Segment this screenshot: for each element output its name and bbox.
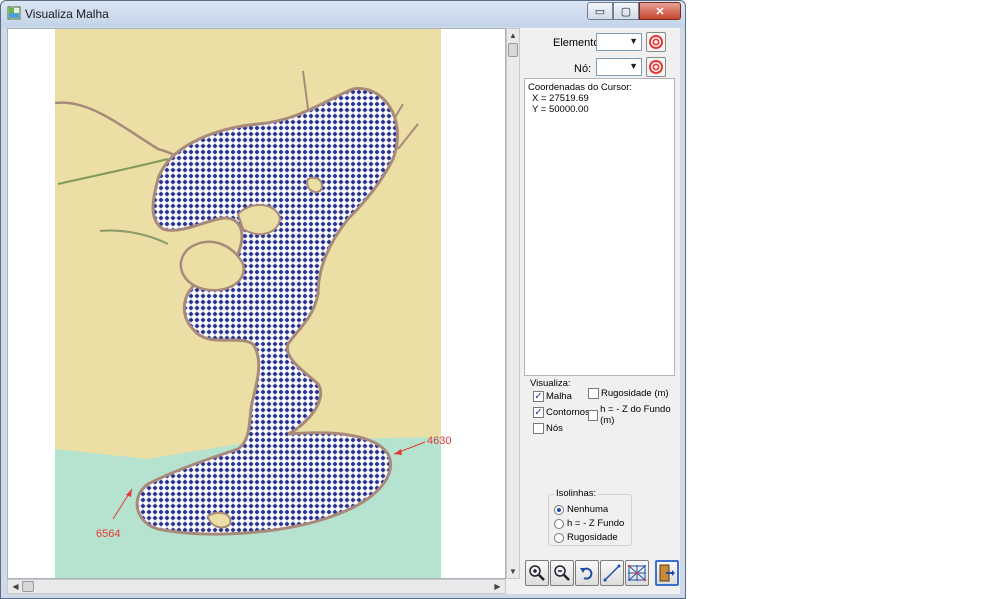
undo-zoom-button[interactable]: [575, 560, 599, 586]
malha-label: Malha: [546, 391, 572, 402]
chevron-down-icon: ▼: [629, 61, 638, 71]
checkbox-unchecked-icon: [533, 423, 544, 434]
malha-checkbox[interactable]: ✓ Malha: [533, 391, 572, 402]
checkbox-checked-icon: ✓: [533, 391, 544, 402]
scroll-right-icon[interactable]: ▶: [490, 580, 505, 593]
zoom-in-icon: [529, 565, 545, 581]
isolinha-rugosidade-label: Rugosidade: [567, 532, 618, 543]
nos-checkbox[interactable]: Nós: [533, 423, 563, 434]
checkbox-checked-icon: ✓: [533, 407, 544, 418]
isolinha-nenhuma-radio[interactable]: Nenhuma: [554, 504, 608, 515]
contornos-label: Contornos: [546, 407, 590, 418]
isolinha-h-label: h = - Z Fundo: [567, 518, 625, 529]
title-bar: Visualiza Malha ▭ ▢ ✕: [1, 1, 685, 27]
elemento-select[interactable]: ▼: [596, 33, 642, 51]
cursor-x: X = 27519.69: [532, 93, 589, 104]
draw-line-icon: [603, 564, 621, 582]
vertical-scroll-thumb[interactable]: [508, 43, 518, 57]
scroll-left-icon[interactable]: ◀: [8, 580, 23, 593]
no-label: Nó:: [574, 63, 592, 75]
island-contour: [306, 176, 324, 193]
isolinha-rugosidade-radio[interactable]: Rugosidade: [554, 532, 618, 543]
maximize-button[interactable]: ▢: [613, 2, 639, 20]
vertical-scrollbar[interactable]: ▲ ▼: [506, 28, 520, 579]
no-select[interactable]: ▼: [596, 58, 642, 76]
scroll-down-icon[interactable]: ▼: [507, 565, 519, 578]
checkbox-unchecked-icon: [588, 388, 599, 399]
node-label-6564: 6564: [96, 528, 120, 540]
undo-zoom-icon: [580, 567, 593, 580]
app-window: Visualiza Malha ▭ ▢ ✕ 4630 6564 ◀ ▶ ▲ ▼ …: [0, 0, 686, 599]
minimize-button[interactable]: ▭: [587, 2, 613, 20]
rugosidade-checkbox[interactable]: Rugosidade (m): [588, 388, 669, 399]
profundidade-label: h = - Z do Fundo (m): [600, 404, 671, 426]
visualiza-title: Visualiza:: [530, 378, 571, 389]
horizontal-scroll-thumb[interactable]: [22, 581, 34, 592]
isolinhas-title: Isolinhas:: [554, 488, 599, 499]
mesh-grid-button[interactable]: [625, 560, 649, 586]
exit-icon: [659, 564, 675, 582]
profundidade-checkbox[interactable]: h = - Z do Fundo (m): [588, 404, 679, 426]
mesh-map[interactable]: 4630 6564: [8, 29, 505, 578]
locate-node-button[interactable]: [646, 57, 666, 77]
island-contour: [236, 204, 282, 236]
rugosidade-label: Rugosidade (m): [601, 388, 669, 399]
close-icon: ✕: [655, 5, 665, 18]
checkbox-unchecked-icon: [588, 409, 599, 421]
bottom-toolbar: [525, 560, 679, 586]
zoom-out-icon: [554, 565, 570, 581]
draw-line-button[interactable]: [600, 560, 624, 586]
chevron-down-icon: ▼: [629, 36, 638, 46]
client-area: 4630 6564 ◀ ▶ ▲ ▼ Elemento: ▼ Nó: ▼ Coor…: [7, 28, 680, 594]
node-label-4630: 4630: [427, 435, 451, 447]
window-title: Visualiza Malha: [25, 7, 109, 21]
maximize-icon: ▢: [620, 5, 632, 18]
mesh-grid-icon: [627, 564, 647, 582]
app-icon: [7, 6, 21, 20]
visualiza-group: Visualiza: ✓ Malha ✓ Contornos Nós Rugos…: [524, 378, 679, 448]
cursor-y: Y = 50000.00: [532, 104, 589, 115]
contornos-checkbox[interactable]: ✓ Contornos: [533, 407, 590, 418]
zoom-in-button[interactable]: [525, 560, 549, 586]
cursor-coordinates-box: Coordenadas do Cursor: X = 27519.69 Y = …: [524, 78, 675, 376]
mesh-canvas[interactable]: 4630 6564: [7, 28, 506, 579]
control-panel: Elemento: ▼ Nó: ▼ Coordenadas do Cursor:…: [522, 28, 680, 594]
target-icon: [649, 35, 663, 49]
cursor-title: Coordenadas do Cursor:: [528, 82, 633, 93]
minimize-icon: ▭: [594, 5, 606, 18]
radio-unselected-icon: [554, 518, 564, 529]
isolinha-nenhuma-label: Nenhuma: [567, 504, 609, 515]
radio-selected-icon: [554, 504, 564, 515]
locate-element-button[interactable]: [646, 32, 666, 52]
isolinhas-group: Isolinhas: Nenhuma h = - Z Fundo Rugosid…: [548, 488, 632, 546]
scroll-up-icon[interactable]: ▲: [507, 29, 519, 42]
isolinha-h-radio[interactable]: h = - Z Fundo: [554, 518, 624, 529]
nos-label: Nós: [546, 423, 563, 434]
window-controls: ▭ ▢ ✕: [587, 2, 681, 20]
close-button[interactable]: ✕: [639, 2, 681, 20]
target-icon: [649, 60, 663, 74]
horizontal-scrollbar[interactable]: ◀ ▶: [7, 579, 506, 594]
radio-unselected-icon: [554, 532, 564, 543]
exit-button[interactable]: [655, 560, 679, 586]
zoom-out-button[interactable]: [550, 560, 574, 586]
